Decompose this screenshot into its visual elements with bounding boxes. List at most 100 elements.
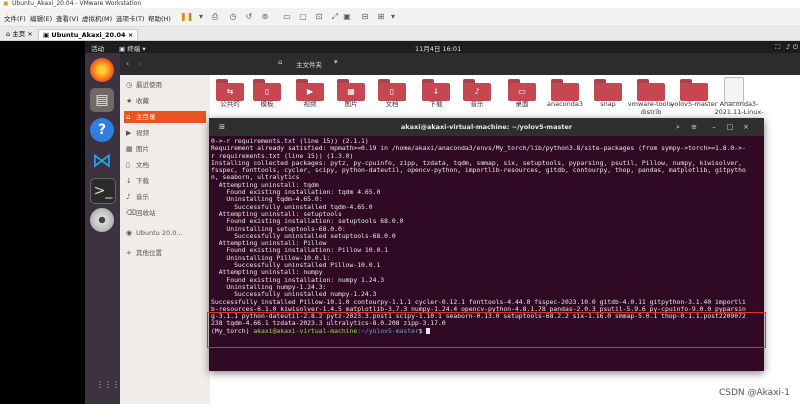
close-icon[interactable]: × <box>27 30 32 38</box>
sidebar-item-music[interactable]: ♪ 音乐 <box>124 191 206 203</box>
back-icon[interactable]: ‹ <box>126 59 129 68</box>
terminal-header-bar[interactable]: ⊞ akaxi@akaxi-virtual-machine: ~/yolov5-… <box>209 118 764 136</box>
guest-letterbox <box>0 41 85 404</box>
console-view-icon[interactable]: ▣ <box>342 12 352 22</box>
sidebar-item-recent[interactable]: ◷ 最近使用 <box>124 79 206 91</box>
sidebar-item-label: 图片 <box>136 145 149 153</box>
tab-home[interactable]: ⌂ 主页 × <box>2 29 37 39</box>
firefox-icon[interactable] <box>90 58 114 82</box>
share-icon: ⇆ <box>226 87 234 96</box>
terminal-app-menu[interactable]: ▣ 终端 ▾ <box>119 43 146 53</box>
files-icon[interactable]: ▤ <box>90 88 114 112</box>
menu-tabs[interactable]: 选项卡(T) <box>116 13 145 23</box>
chevron-down-icon[interactable]: ▾ <box>196 12 206 22</box>
sidebar-item-videos[interactable]: ▶ 视频 <box>124 127 206 139</box>
pause-icon[interactable]: ❚❚ <box>180 12 193 22</box>
gnome-top-bar: 活动 ▣ 终端 ▾ 11月4日 16:01 ⛶ ♪ ⏻ <box>85 41 800 53</box>
template-icon: ▯ <box>264 87 270 96</box>
show-apps-icon[interactable]: ⋮⋮⋮ <box>96 380 120 389</box>
files-sidebar: ◷ 最近使用 ★ 收藏 ⌂ 主目录 ▶ 视频 ▦ 图片 ▯ 文档 ↓ 下载 ♪ 音乐 ⌫ 回收站 … <box>120 75 210 404</box>
menu-vm[interactable]: 虚拟机(M) <box>82 13 112 23</box>
vmware-tab-bar: ⌂ 主页 × ▣ Ubuntu_Akaxi_20.04 × <box>0 27 800 41</box>
power-icon[interactable]: ⏻ <box>793 43 798 52</box>
file-label: Anaconda3-2021.11-Linux-x86... <box>714 100 764 116</box>
menu-icon[interactable]: ≡ <box>689 122 699 132</box>
sidebar-item-downloads[interactable]: ↓ 下载 <box>124 175 206 187</box>
desktop-icon: ▭ <box>518 87 526 96</box>
download-icon: ↓ <box>432 87 440 96</box>
chevron-down-icon[interactable]: ▾ <box>334 58 338 66</box>
terminal-icon: ▣ <box>119 45 126 53</box>
activities-button[interactable]: 活动 <box>91 43 104 53</box>
sidebar-item-label: 收藏 <box>136 97 149 105</box>
tab-ubuntu-vm[interactable]: ▣ Ubuntu_Akaxi_20.04 × <box>38 29 139 40</box>
view-options-icon[interactable]: ⊞ <box>376 12 386 22</box>
video-icon: ▶ <box>126 129 132 137</box>
volume-icon[interactable]: ♪ <box>786 43 790 51</box>
menu-file[interactable]: 文件(F) <box>4 13 26 23</box>
network-icon[interactable]: ⛶ <box>775 43 780 52</box>
snapshot-icon[interactable]: ◷ <box>228 12 238 22</box>
home-icon: ⌂ <box>6 30 11 38</box>
maximize-icon[interactable]: □ <box>725 122 735 132</box>
tab-label: 主页 <box>12 30 26 38</box>
stretch-icon[interactable]: ⤢ <box>330 12 340 22</box>
menu-view[interactable]: 查看(V) <box>56 13 79 23</box>
send-keys-icon[interactable]: ⎙ <box>210 12 220 22</box>
sidebar-item-label: 回收站 <box>136 209 156 217</box>
document-icon: ▯ <box>126 161 130 169</box>
window-title: Ubuntu_Akaxi_20.04 - VMware Workstation <box>12 0 142 7</box>
music-icon: ♪ <box>474 87 480 96</box>
forward-icon[interactable]: › <box>138 59 141 68</box>
location-breadcrumb[interactable]: 主文件夹 <box>296 59 322 69</box>
console-icon[interactable]: ⊟ <box>360 12 370 22</box>
terminal-icon[interactable]: >_ <box>90 178 116 204</box>
vscode-icon[interactable]: ⋈ <box>90 148 114 172</box>
watermark: CSDN @Akaxi-1 <box>718 388 790 398</box>
music-icon: ♪ <box>126 193 131 201</box>
folder-label: 文档 <box>385 100 399 108</box>
sidebar-item-starred[interactable]: ★ 收藏 <box>124 95 206 107</box>
sidebar-item-home[interactable]: ⌂ 主目录 <box>124 111 206 123</box>
home-icon: ⌂ <box>126 113 131 121</box>
disc-icon[interactable] <box>90 208 114 232</box>
home-icon[interactable]: ⌂ <box>278 58 282 66</box>
sidebar-item-label: 最近使用 <box>136 81 162 89</box>
chevron-down-icon[interactable]: ▾ <box>388 12 398 22</box>
revert-snapshot-icon[interactable]: ↺ <box>244 12 254 22</box>
sidebar-item-label: 音乐 <box>136 193 149 201</box>
vmware-title-bar: ▣ Ubuntu_Akaxi_20.04 - VMware Workstatio… <box>0 0 800 8</box>
star-icon: ★ <box>126 97 133 105</box>
video-icon: ▶ <box>306 87 314 96</box>
close-icon[interactable]: × <box>741 122 751 132</box>
fit-window-icon[interactable]: ⊡ <box>314 12 324 22</box>
search-icon[interactable]: ⌕ <box>673 122 683 132</box>
vmware-logo-icon: ▣ <box>3 0 9 7</box>
app-name: 终端 <box>127 45 141 53</box>
sidebar-item-pictures[interactable]: ▦ 图片 <box>124 143 206 155</box>
sidebar-item-other-locations[interactable]: + 其他位置 <box>124 247 206 259</box>
minimize-icon[interactable]: – <box>709 122 719 132</box>
document-icon: ▯ <box>389 87 395 96</box>
clock-icon: ◷ <box>126 81 133 89</box>
help-icon[interactable]: ? <box>90 118 114 142</box>
menu-help[interactable]: 帮助(H) <box>148 13 171 23</box>
manage-snapshots-icon[interactable]: ⊚ <box>260 12 270 22</box>
trash-icon: ⌫ <box>126 209 136 217</box>
sidebar-item-documents[interactable]: ▯ 文档 <box>124 159 206 171</box>
clock[interactable]: 11月4日 16:01 <box>415 43 461 53</box>
folder-label: 音乐 <box>470 100 484 108</box>
unity-icon[interactable]: ▢ <box>298 12 308 22</box>
tab-label: Ubuntu_Akaxi_20.04 <box>51 31 126 39</box>
files-header-bar: ‹ › ⌂ 主文件夹 ▾ <box>120 53 800 75</box>
sidebar-item-trash[interactable]: ⌫ 回收站 <box>124 207 206 219</box>
full-screen-icon[interactable]: ▭ <box>282 12 292 22</box>
plus-icon: + <box>126 249 132 257</box>
close-icon[interactable]: × <box>128 31 133 39</box>
chevron-down-icon: ▾ <box>142 45 146 53</box>
sidebar-item-ubuntu-disc[interactable]: ◉ Ubuntu 20.0... <box>124 227 206 239</box>
sidebar-item-label: 主目录 <box>136 113 156 121</box>
menu-edit[interactable]: 编辑(E) <box>30 13 52 23</box>
annotation-highlight-box <box>207 312 766 348</box>
sidebar-item-label: Ubuntu 20.0... <box>136 229 183 237</box>
